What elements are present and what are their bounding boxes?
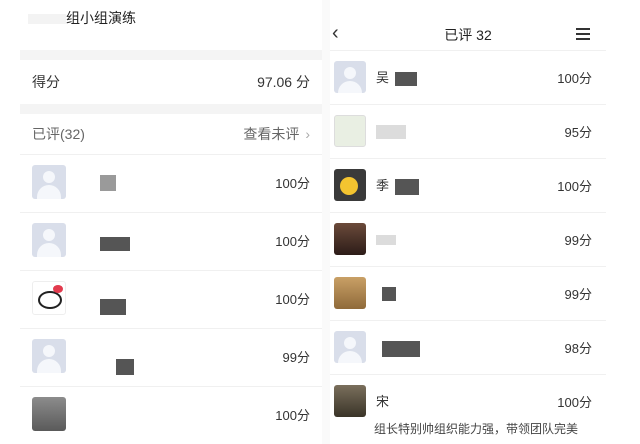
list-item-score: 98分 (564, 341, 592, 356)
coin-avatar (334, 115, 366, 147)
right-panel: ‹ 已评 32 吴 100分 95分 季 100分 99分 99分 98分 宋 … (330, 0, 606, 444)
redacted-name (80, 343, 134, 375)
default-avatar (32, 339, 66, 373)
list-item[interactable]: 95分 (330, 104, 606, 158)
list-item-score: 100分 (557, 395, 592, 410)
panel-divider (322, 0, 330, 444)
nav-header: ‹ 已评 32 (330, 20, 606, 50)
list-item[interactable]: 99分 (330, 212, 606, 266)
list-item-score: 100分 (275, 176, 310, 191)
nav-title: 已评 32 (444, 27, 492, 43)
list-item[interactable]: 季 100分 (330, 158, 606, 212)
redacted-name (376, 283, 396, 301)
list-item-score: 100分 (275, 292, 310, 307)
list-item[interactable]: 98分 (330, 320, 606, 374)
chevron-right-icon: › (305, 126, 310, 142)
list-item-name: 吴 (376, 67, 418, 86)
page-title: 组小组演练 (28, 8, 136, 28)
redacted-text (28, 14, 66, 25)
list-item[interactable]: 100分 (20, 270, 322, 326)
left-panel: 组小组演练 得分 97.06 分 已评(32) 查看未评 › 100分 100分… (0, 0, 322, 444)
list-item[interactable]: 99分 (20, 328, 322, 384)
rated-header: 已评(32) 查看未评 › (20, 118, 322, 150)
section-gap (20, 50, 322, 60)
list-item-name: 宋 (376, 394, 390, 409)
redacted-name (80, 227, 130, 251)
hamburger-menu-icon[interactable] (576, 28, 590, 40)
redacted-name (376, 229, 396, 247)
redacted-name (80, 169, 116, 191)
redacted-name (80, 285, 126, 315)
redacted-name (376, 121, 406, 139)
list-item-score: 99分 (282, 350, 310, 365)
list-item[interactable]: 99分 (330, 266, 606, 320)
list-item-score: 100分 (275, 408, 310, 423)
default-avatar (32, 223, 66, 257)
default-avatar (334, 61, 366, 93)
default-avatar (32, 165, 66, 199)
fox-avatar (334, 277, 366, 309)
list-item-name: 季 (376, 175, 420, 195)
hello-kitty-avatar (32, 281, 66, 315)
list-item[interactable]: 100分 (20, 212, 322, 268)
anime-avatar (334, 223, 366, 255)
score-row: 得分 97.06 分 (20, 64, 322, 100)
view-unrated-link[interactable]: 查看未评 › (243, 124, 310, 144)
husky-avatar (32, 397, 66, 431)
list-item[interactable]: 100分 (20, 386, 322, 442)
soldier-avatar (334, 385, 366, 417)
list-item[interactable]: 100分 (20, 154, 322, 210)
emoji-avatar (334, 169, 366, 201)
list-item-score: 100分 (557, 179, 592, 194)
list-item-score: 95分 (564, 125, 592, 140)
default-avatar (334, 331, 366, 363)
list-item-score: 100分 (557, 71, 592, 86)
list-item[interactable]: 吴 100分 (330, 50, 606, 104)
rated-count-label: 已评(32) (32, 126, 85, 142)
section-gap (20, 104, 322, 114)
review-comment: 组长特别帅组织能力强，带领团队完美 (374, 422, 579, 436)
redacted-name (376, 337, 420, 357)
list-item-score: 100分 (275, 234, 310, 249)
score-value: 97.06 分 (257, 74, 310, 90)
list-item-score: 99分 (564, 287, 592, 302)
list-item-score: 99分 (564, 233, 592, 248)
score-label: 得分 (32, 74, 60, 90)
